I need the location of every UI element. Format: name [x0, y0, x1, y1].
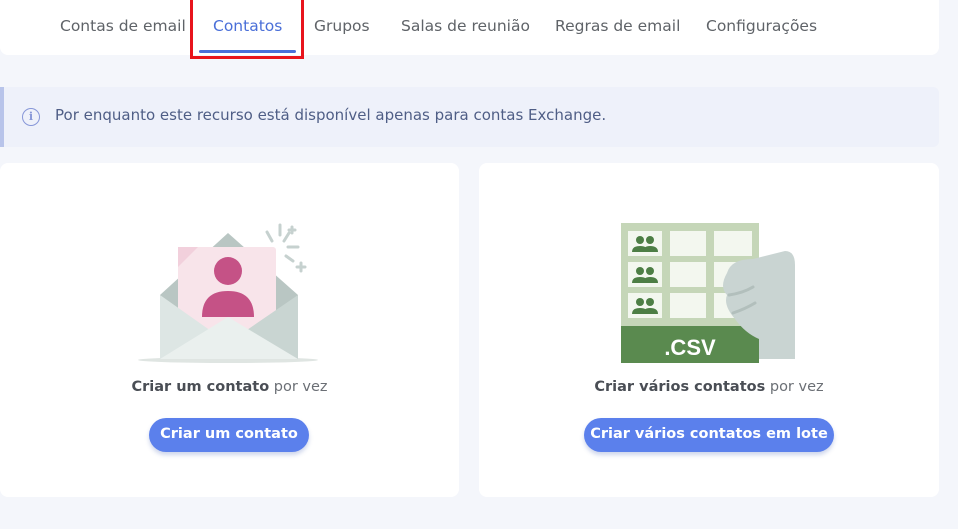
- tab-label: Regras de email: [555, 17, 681, 35]
- caption-rest: por vez: [269, 379, 328, 395]
- tab-grupos[interactable]: Grupos: [314, 0, 370, 55]
- notice-text: Por enquanto este recurso está disponíve…: [55, 106, 607, 124]
- caption-bold: Criar vários contatos: [594, 379, 766, 395]
- tab-configuracoes[interactable]: Configurações: [706, 0, 817, 55]
- tab-label: Contas de email: [60, 17, 186, 35]
- tab-label: Grupos: [314, 17, 370, 35]
- tab-contatos[interactable]: Contatos: [199, 0, 297, 55]
- caption-rest: por vez: [765, 379, 824, 395]
- info-icon: i: [22, 108, 40, 126]
- bulk-contacts-caption: Criar vários contatos por vez: [479, 379, 939, 395]
- tab-contas-de-email[interactable]: Contas de email: [60, 0, 186, 55]
- tab-salas-de-reuniao[interactable]: Salas de reunião: [401, 0, 530, 55]
- create-single-contact-card: Criar um contato por vez Criar um contat…: [0, 163, 459, 497]
- single-contact-caption: Criar um contato por vez: [0, 379, 459, 395]
- tab-regras-de-email[interactable]: Regras de email: [555, 0, 680, 55]
- tab-label: Salas de reunião: [401, 17, 530, 35]
- tabs-bar: Contas de email Contatos Grupos Salas de…: [0, 0, 939, 55]
- caption-bold: Criar um contato: [131, 379, 270, 395]
- create-bulk-contacts-button[interactable]: Criar vários contatos em lote: [584, 418, 834, 452]
- create-contact-button[interactable]: Criar um contato: [149, 418, 309, 452]
- active-tab-indicator: [199, 50, 297, 53]
- info-notice: i Por enquanto este recurso está disponí…: [0, 87, 939, 147]
- create-bulk-contacts-card: .CSV Criar vários contatos por vez Criar…: [479, 163, 939, 497]
- tab-label: Contatos: [213, 17, 283, 35]
- tab-label: Configurações: [706, 17, 818, 35]
- csv-label: .CSV: [664, 335, 716, 360]
- envelope-contact-icon: [138, 223, 318, 363]
